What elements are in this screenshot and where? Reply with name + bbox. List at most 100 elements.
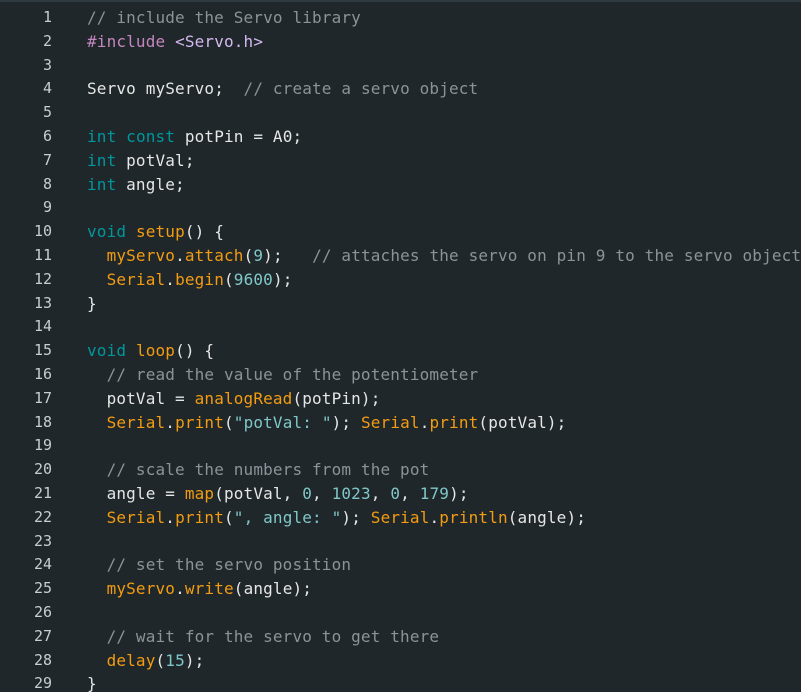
line-number: 28 (33, 650, 52, 669)
code-line[interactable]: 8 int angle; (0, 173, 801, 197)
code-token-plain: , (400, 484, 420, 503)
line-number: 17 (33, 388, 52, 407)
code-text[interactable]: Serial.print("potVal: "); Serial.print(p… (87, 411, 567, 435)
line-number: 7 (42, 150, 52, 169)
code-token-plain: , (370, 484, 391, 503)
code-line[interactable]: 5 (0, 101, 801, 125)
line-number: 8 (42, 174, 52, 193)
line-number: 13 (33, 293, 52, 312)
code-token-plain: , (312, 484, 332, 503)
code-token-plain: (potPin); (292, 388, 381, 408)
code-text[interactable]: // include the Servo library (87, 6, 361, 30)
code-line[interactable]: 13} (0, 292, 801, 316)
code-line[interactable]: 18 Serial.print("potVal: "); Serial.prin… (0, 411, 801, 435)
code-line[interactable]: 9 (0, 196, 801, 220)
code-token-comment: // attaches the servo on pin 9 to the se… (312, 246, 801, 265)
code-line[interactable]: 12 Serial.begin(9600); (0, 268, 801, 292)
code-line[interactable]: 23 (0, 530, 801, 554)
code-text[interactable]: potVal = analogRead(potPin); (87, 387, 381, 411)
code-token-plain: . (165, 269, 176, 289)
line-number: 5 (42, 103, 52, 122)
code-line[interactable]: 27 // wait for the servo to get there (0, 625, 801, 649)
code-text[interactable]: myServo.attach(9); // attaches the servo… (87, 244, 801, 268)
code-line[interactable]: 10 void setup() { (0, 220, 801, 244)
code-text[interactable]: Serial.print(", angle: "); Serial.printl… (87, 506, 586, 530)
code-token-type: int (87, 150, 117, 170)
line-number: 15 (33, 341, 52, 360)
code-text[interactable]: // scale the numbers from the pot (87, 458, 430, 482)
code-token-plain: ); (341, 507, 371, 527)
code-line[interactable]: 24 // set the servo position (0, 553, 801, 577)
code-line[interactable]: 20 // scale the numbers from the pot (0, 458, 801, 482)
code-text[interactable]: // set the servo position (87, 553, 351, 577)
code-text[interactable]: // read the value of the potentiometer (87, 363, 479, 387)
code-token-fn: Serial (106, 507, 166, 527)
code-text[interactable]: int potVal; (87, 149, 195, 173)
code-token-str: ", angle: " (233, 507, 342, 527)
code-line[interactable]: 29} (0, 672, 801, 692)
code-token-plain: } (87, 293, 97, 313)
code-token-plain: . (175, 579, 185, 599)
line-number: 16 (33, 365, 52, 383)
code-text[interactable]: } (87, 672, 97, 692)
line-number: 11 (33, 246, 52, 264)
code-text[interactable]: delay(15); (87, 649, 205, 673)
code-token-pre: #include (87, 31, 166, 51)
code-text[interactable]: Serial.begin(9600); (87, 268, 293, 292)
code-line[interactable]: 14 (0, 315, 801, 339)
code-line[interactable]: 4 Servo myServo; // create a servo object (0, 77, 801, 101)
code-line[interactable]: 3 (0, 54, 801, 78)
line-number: 26 (33, 603, 52, 621)
code-text[interactable]: int angle; (87, 173, 185, 197)
code-line[interactable]: 1 // include the Servo library (0, 6, 801, 30)
line-number: 9 (42, 198, 52, 217)
code-token-fn: Serial (370, 507, 430, 527)
code-line[interactable]: 11 myServo.attach(9); // attaches the se… (0, 244, 801, 268)
code-token-plain: o; (204, 79, 244, 99)
code-token-plain: () { (184, 222, 224, 242)
code-text[interactable]: // wait for the servo to get there (87, 625, 439, 649)
code-line[interactable]: 22 Serial.print(", angle: "); Serial.pri… (0, 506, 801, 530)
code-line[interactable]: 15 void loop() { (0, 339, 801, 363)
code-line[interactable]: 6 int const potPin = A0; (0, 125, 801, 149)
code-text[interactable]: Servo myServo; // create a servo object (87, 77, 478, 101)
code-text[interactable]: void setup() { (87, 220, 224, 244)
code-token-fn: print (175, 412, 224, 432)
code-text[interactable]: myServo.write(angle); (87, 577, 312, 601)
code-line[interactable]: 17 potVal = analogRead(potPin); (0, 387, 801, 411)
code-text[interactable]: int const potPin = A0; (87, 125, 302, 149)
code-line[interactable]: 16 // read the value of the potentiomete… (0, 363, 801, 387)
code-line[interactable]: 19 (0, 434, 801, 458)
code-token-plain: ); (272, 269, 293, 289)
line-number: 19 (33, 436, 52, 455)
code-token-fn: Serial (106, 269, 166, 289)
code-line[interactable]: 21 angle = map(potVal, 0, 1023, 0, 179); (0, 482, 801, 506)
code-token-fn: attach (184, 246, 244, 265)
code-token-plain: Servo myServ (87, 79, 205, 99)
code-token-fn: loop (135, 341, 176, 361)
code-line[interactable]: 26 (0, 601, 801, 625)
code-line[interactable]: 2 #include <Servo.h> (0, 30, 801, 54)
line-number: 18 (33, 412, 52, 431)
line-number: 29 (33, 674, 52, 692)
code-token-plain: . (165, 412, 176, 432)
code-text[interactable]: } (87, 292, 97, 316)
code-token-fn: map (184, 484, 215, 503)
code-line[interactable]: 25 myServo.write(angle); (0, 577, 801, 601)
code-token-fn: begin (175, 269, 224, 289)
code-text[interactable]: void loop() { (87, 339, 214, 363)
code-token-fn: setup (135, 222, 185, 242)
code-text[interactable]: angle = map(potVal, 0, 1023, 0, 179); (87, 482, 469, 506)
code-token-plain: potVal = (87, 388, 195, 408)
code-line[interactable]: 7 int potVal; (0, 149, 801, 173)
line-number: 12 (33, 269, 52, 288)
code-line[interactable]: 28 delay(15); (0, 649, 801, 673)
code-editor[interactable]: 1 // include the Servo library 2 #include <… (0, 0, 801, 692)
code-text[interactable]: #include <Servo.h> (87, 30, 263, 54)
code-token-plain: . (419, 412, 430, 432)
